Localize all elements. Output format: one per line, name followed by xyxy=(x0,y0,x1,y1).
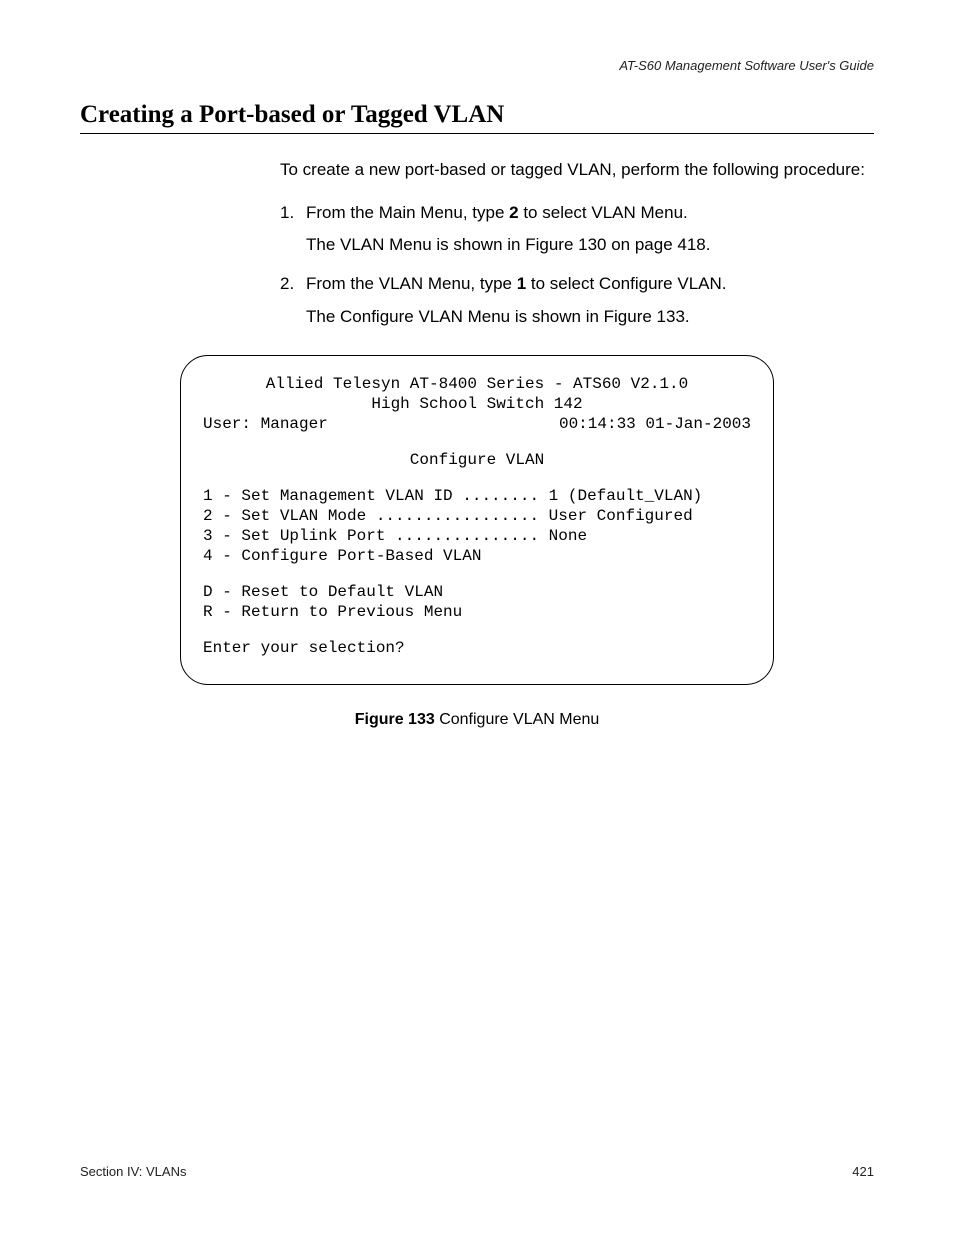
terminal-datetime: 00:14:33 01-Jan-2003 xyxy=(559,414,751,434)
figure-title: Configure VLAN Menu xyxy=(435,711,600,728)
intro-paragraph: To create a new port-based or tagged VLA… xyxy=(280,158,874,183)
section-title: Creating a Port-based or Tagged VLAN xyxy=(80,101,874,134)
step-1-line-2: The VLAN Menu is shown in Figure 130 on … xyxy=(306,233,874,258)
footer-section: Section IV: VLANs xyxy=(80,1164,186,1179)
terminal-user: User: Manager xyxy=(203,414,328,434)
step-2-line-2: The Configure VLAN Menu is shown in Figu… xyxy=(306,305,874,330)
terminal-menu-title: Configure VLAN xyxy=(203,450,751,470)
terminal-screenshot: Allied Telesyn AT-8400 Series - ATS60 V2… xyxy=(180,355,774,685)
terminal-banner-2: High School Switch 142 xyxy=(203,394,751,414)
terminal-option-d: D - Reset to Default VLAN xyxy=(203,582,751,602)
step-1: 1. From the Main Menu, type 2 to select … xyxy=(280,201,874,266)
terminal-option-1: 1 - Set Management VLAN ID ........ 1 (D… xyxy=(203,486,751,506)
figure-caption: Figure 133 Configure VLAN Menu xyxy=(80,711,874,729)
terminal-option-3: 3 - Set Uplink Port ............... None xyxy=(203,526,751,546)
terminal-banner-1: Allied Telesyn AT-8400 Series - ATS60 V2… xyxy=(203,374,751,394)
terminal-prompt: Enter your selection? xyxy=(203,638,751,658)
page-footer: Section IV: VLANs 421 xyxy=(80,1164,874,1179)
terminal-option-r: R - Return to Previous Menu xyxy=(203,602,751,622)
terminal-option-4: 4 - Configure Port-Based VLAN xyxy=(203,546,751,566)
step-1-line-1: From the Main Menu, type 2 to select VLA… xyxy=(306,201,874,226)
footer-page-number: 421 xyxy=(852,1164,874,1179)
step-2: 2. From the VLAN Menu, type 1 to select … xyxy=(280,272,874,337)
terminal-option-2: 2 - Set VLAN Mode ................. User… xyxy=(203,506,751,526)
terminal-user-row: User: Manager 00:14:33 01-Jan-2003 xyxy=(203,414,751,434)
step-number: 2. xyxy=(280,272,306,337)
step-2-line-1: From the VLAN Menu, type 1 to select Con… xyxy=(306,272,874,297)
step-number: 1. xyxy=(280,201,306,266)
running-head: AT-S60 Management Software User's Guide xyxy=(80,58,874,73)
figure-label: Figure 133 xyxy=(355,711,435,728)
